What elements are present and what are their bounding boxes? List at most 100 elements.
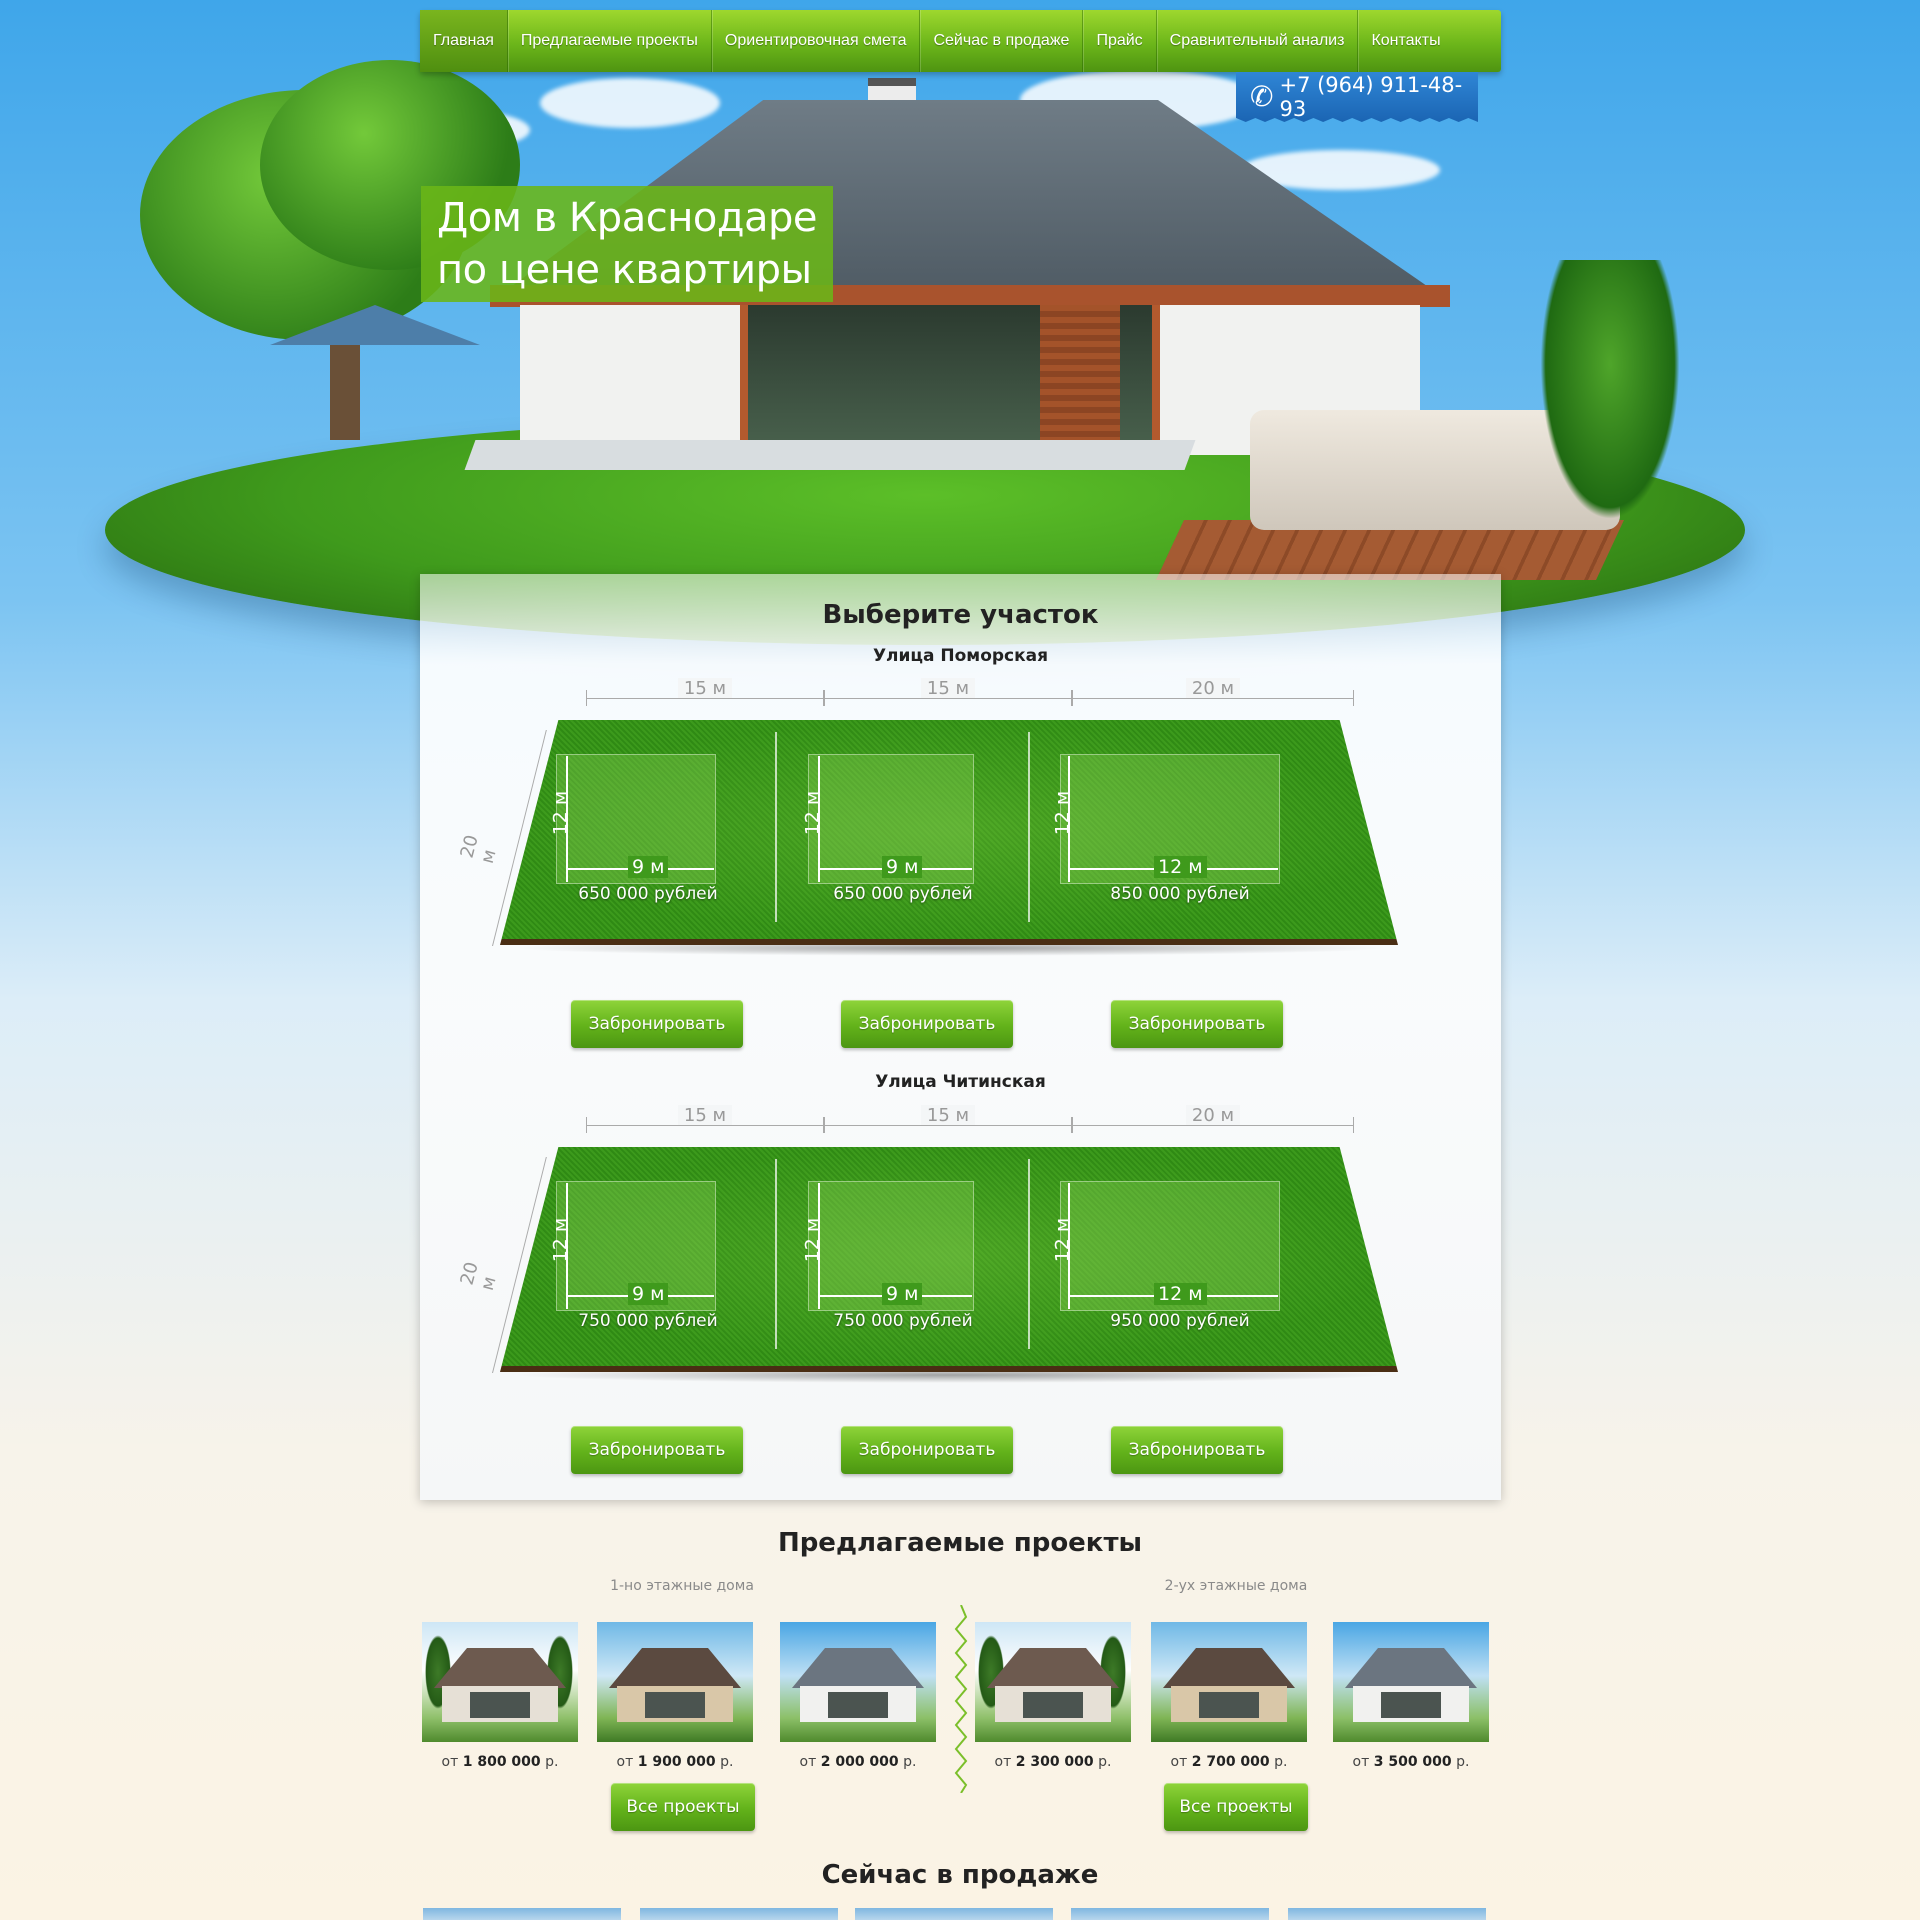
house-window [470,1692,530,1718]
lot-price: 850 000 рублей [1110,884,1250,904]
reserve-button[interactable]: Забронировать [571,1000,743,1048]
house-height-label: 12 м [1051,790,1074,836]
project-image[interactable] [1333,1622,1489,1742]
hero-title: Дом в Краснодаре по цене квартиры [421,186,833,302]
phone-number: +7 (964) 911-48-93 [1279,73,1463,121]
dimension-top: 15 м [824,678,1072,706]
dimension-top: 20 м [1072,678,1354,706]
hero-title-line2: по цене квартиры [437,247,812,293]
group-label-one-storey: 1-но этажные дома [610,1578,754,1594]
nav-price[interactable]: Прайс [1083,10,1157,72]
reserve-button[interactable]: Забронировать [841,1426,1013,1474]
plots-panel: Выберите участок Улица Поморская 15 м 15… [420,574,1501,1500]
nav-for-sale[interactable]: Сейчас в продаже [920,10,1084,72]
cloud [540,78,720,128]
project-image[interactable] [975,1622,1131,1742]
price-prefix: от [1170,1754,1188,1770]
lot-price: 750 000 рублей [578,1311,718,1331]
lot-depth-label: 20 м [456,832,501,866]
palm-plant [1540,260,1680,520]
sale-thumbnail[interactable] [423,1908,621,1920]
project-card[interactable]: от 2 300 000 р. [975,1622,1131,1770]
project-price: от 2 000 000 р. [780,1754,936,1770]
house-width-label: 12 м [1154,1283,1207,1305]
all-projects-button[interactable]: Все проекты [1164,1783,1308,1831]
project-image[interactable] [597,1622,753,1742]
sale-thumbnail[interactable] [640,1908,838,1920]
price-value: 1 800 000 [462,1754,541,1770]
project-card[interactable]: от 2 000 000 р. [780,1622,936,1770]
house-roof [1345,1648,1477,1688]
house-roof [1163,1648,1295,1688]
price-value: 2 300 000 [1015,1754,1094,1770]
price-suffix: р. [720,1754,734,1770]
terrace [464,440,1196,470]
price-value: 2 000 000 [820,1754,899,1770]
sale-thumbnail[interactable] [1288,1908,1486,1920]
lot-width-label: 15 м [920,1105,976,1126]
house-width-label: 9 м [882,856,923,878]
lot[interactable]: 12 м 9 м 650 000 рублей [520,732,776,922]
lot-price: 650 000 рублей [833,884,973,904]
price-suffix: р. [903,1754,917,1770]
project-image[interactable] [422,1622,578,1742]
reserve-button[interactable]: Забронировать [1111,1000,1283,1048]
hero-title-line1: Дом в Краснодаре [437,195,818,241]
house-width-label: 9 м [628,1283,669,1305]
house-height-label: 12 м [549,1217,572,1263]
house-window [1199,1692,1259,1718]
lot[interactable]: 12 м 12 м 950 000 рублей [1030,1159,1330,1349]
house-width-label: 9 м [882,1283,923,1305]
street-name: Улица Поморская [872,646,1049,666]
lot-depth-label: 20 м [456,1259,501,1293]
dimension-top: 15 м [586,1105,824,1133]
price-prefix: от [994,1754,1012,1770]
projects-title: Предлагаемые проекты [777,1528,1143,1558]
dimension-top: 15 м [824,1105,1072,1133]
reserve-button[interactable]: Забронировать [571,1426,743,1474]
reserve-button[interactable]: Забронировать [1111,1426,1283,1474]
price-suffix: р. [1098,1754,1112,1770]
lot[interactable]: 12 м 9 м 750 000 рублей [778,1159,1028,1349]
nav-projects[interactable]: Предлагаемые проекты [508,10,712,72]
project-card[interactable]: от 1 800 000 р. [422,1622,578,1770]
phone-badge[interactable]: ✆ +7 (964) 911-48-93 [1236,72,1478,122]
house-width-label: 12 м [1154,856,1207,878]
project-card[interactable]: от 3 500 000 р. [1333,1622,1489,1770]
nav-home[interactable]: Главная [420,10,508,72]
house-width-label: 9 м [628,856,669,878]
project-image[interactable] [780,1622,936,1742]
dimension-side: 20 м [457,1157,547,1377]
house-height-label: 12 м [801,1217,824,1263]
lot-price: 650 000 рублей [578,884,718,904]
price-suffix: р. [545,1754,559,1770]
house-roof [609,1648,741,1688]
reserve-button[interactable]: Забронировать [841,1000,1013,1048]
price-prefix: от [616,1754,634,1770]
all-projects-button[interactable]: Все проекты [611,1783,755,1831]
nav-estimate[interactable]: Ориентировочная смета [712,10,921,72]
price-value: 3 500 000 [1373,1754,1452,1770]
price-suffix: р. [1274,1754,1288,1770]
project-card[interactable]: от 1 900 000 р. [597,1622,753,1770]
sale-thumbnail[interactable] [855,1908,1053,1920]
nav-contacts[interactable]: Контакты [1358,10,1453,72]
dimension-side: 20 м [457,730,547,950]
street-name: Улица Читинская [875,1072,1046,1092]
sale-thumbnail[interactable] [1071,1908,1269,1920]
nav-comparison[interactable]: Сравнительный анализ [1157,10,1359,72]
lot[interactable]: 12 м 9 м 750 000 рублей [520,1159,776,1349]
lot[interactable]: 12 м 12 м 850 000 рублей [1030,732,1330,922]
house-height-label: 12 м [549,790,572,836]
house-height-label: 12 м [1051,1217,1074,1263]
price-prefix: от [1352,1754,1370,1770]
house-window [828,1692,888,1718]
main-navigation: Главная Предлагаемые проекты Ориентирово… [420,10,1501,72]
lot[interactable]: 12 м 9 м 650 000 рублей [778,732,1028,922]
group-label-two-storey: 2-ух этажные дома [1164,1578,1308,1594]
price-prefix: от [799,1754,817,1770]
project-card[interactable]: от 2 700 000 р. [1151,1622,1307,1770]
lot-width-label: 15 м [677,1105,733,1126]
for-sale-title: Сейчас в продаже [821,1860,1099,1890]
project-image[interactable] [1151,1622,1307,1742]
